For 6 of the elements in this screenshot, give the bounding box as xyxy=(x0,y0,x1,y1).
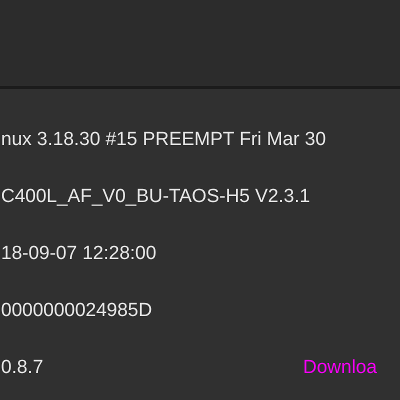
info-value: 0.8.7 xyxy=(1,356,44,378)
download-link[interactable]: Downloa xyxy=(303,356,377,378)
info-value: C400L_AF_V0_BU-TAOS-H5 V2.3.1 xyxy=(1,186,310,208)
info-value: 0000000024985D xyxy=(1,300,152,322)
info-value: nux 3.18.30 #15 PREEMPT Fri Mar 30 xyxy=(1,128,326,150)
info-value: 18-09-07 12:28:00 xyxy=(1,242,156,264)
